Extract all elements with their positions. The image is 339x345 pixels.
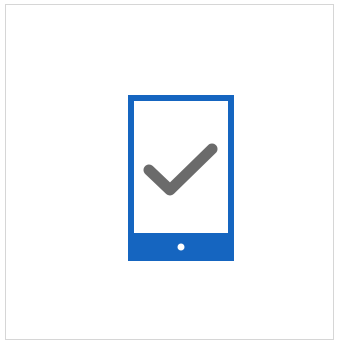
phone-checkmark-icon [128,95,234,261]
icon-tile[interactable] [5,4,334,340]
home-button-dot [177,243,185,251]
canvas [0,0,339,345]
